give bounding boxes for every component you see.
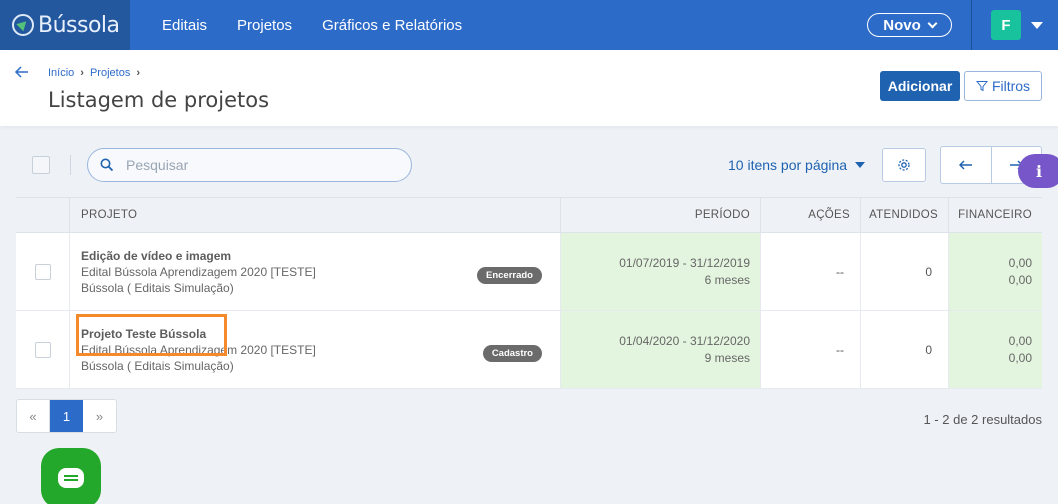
novo-button[interactable]: Novo <box>867 13 952 37</box>
logo[interactable]: Bússola <box>0 0 130 50</box>
nav-graficos-relatorios[interactable]: Gráficos e Relatórios <box>322 17 462 34</box>
search-icon <box>100 158 114 172</box>
novo-label: Novo <box>883 16 921 34</box>
status-badge: Encerrado <box>477 267 542 284</box>
nav-editais[interactable]: Editais <box>162 17 207 34</box>
breadcrumb-projetos[interactable]: Projetos <box>90 67 130 79</box>
search-input[interactable] <box>126 157 386 173</box>
logo-text: Bússola <box>38 12 120 38</box>
user-menu-caret-icon[interactable] <box>1031 22 1043 29</box>
settings-button[interactable] <box>882 148 926 182</box>
add-button[interactable]: Adicionar <box>880 71 960 101</box>
pagination-next[interactable]: » <box>83 400 116 432</box>
breadcrumb: Início › Projetos › <box>48 67 140 79</box>
info-icon[interactable]: i <box>1018 154 1058 188</box>
column-projeto[interactable]: PROJETO <box>70 198 561 232</box>
acoes-cell: -- <box>761 233 861 310</box>
acoes-cell: -- <box>761 311 861 388</box>
chat-bubble-icon <box>58 468 84 488</box>
table-row[interactable]: Edição de vídeo e imagem Edital Bússola … <box>16 233 1042 311</box>
periodo-duration: 6 meses <box>704 273 750 287</box>
avatar[interactable]: F <box>991 10 1021 40</box>
atendidos-cell: 0 <box>861 311 949 388</box>
caret-down-icon <box>855 162 866 168</box>
row-checkbox[interactable] <box>34 341 51 358</box>
nav-projetos[interactable]: Projetos <box>237 17 292 34</box>
select-all-checkbox[interactable] <box>32 156 50 174</box>
status-badge: Cadastro <box>482 345 542 362</box>
search-box <box>87 148 412 182</box>
column-financeiro[interactable]: FINANCEIRO <box>949 198 1042 232</box>
column-acoes[interactable]: AÇÕES <box>761 198 861 232</box>
funnel-icon <box>975 81 988 92</box>
project-edital: Edital Bússola Aprendizagem 2020 [TESTE] <box>81 264 316 279</box>
periodo-duration: 9 meses <box>704 351 750 365</box>
table-header: PROJETO PERÍODO AÇÕES ATENDIDOS FINANCEI… <box>16 197 1042 233</box>
periodo-range: 01/04/2020 - 31/12/2020 <box>619 334 750 348</box>
prev-arrow-button[interactable] <box>941 147 992 183</box>
main-nav: Editais Projetos Gráficos e Relatórios <box>162 0 462 50</box>
toolbar-divider <box>70 155 71 175</box>
chevron-down-icon <box>927 18 938 28</box>
back-arrow-icon[interactable] <box>14 64 30 80</box>
pagination-prev[interactable]: « <box>17 400 50 432</box>
per-page-select[interactable]: 10 itens por página <box>728 157 866 173</box>
periodo-cell: 01/04/2020 - 31/12/2020 9 meses <box>561 311 761 388</box>
financeiro-value: 0,00 <box>1008 256 1032 270</box>
atendidos-cell: 0 <box>861 233 949 310</box>
pagination-page-1[interactable]: 1 <box>50 400 83 432</box>
financeiro-cell: 0,00 0,00 <box>949 311 1042 388</box>
project-name[interactable]: Edição de vídeo e imagem <box>81 249 231 263</box>
periodo-range: 01/07/2019 - 31/12/2019 <box>619 256 750 270</box>
breadcrumb-separator-icon: › <box>136 67 140 79</box>
chat-button[interactable] <box>41 448 101 504</box>
header-select-cell <box>16 198 70 232</box>
nav-divider <box>971 0 972 50</box>
projects-table: PROJETO PERÍODO AÇÕES ATENDIDOS FINANCEI… <box>16 197 1042 389</box>
top-navbar: Bússola Editais Projetos Gráficos e Rela… <box>0 0 1058 50</box>
project-org: Bússola ( Editais Simulação) <box>81 358 234 373</box>
financeiro-value: 0,00 <box>1008 273 1032 287</box>
financeiro-value: 0,00 <box>1008 334 1032 348</box>
filter-button[interactable]: Filtros <box>964 71 1042 101</box>
per-page-label: 10 itens por página <box>728 157 848 173</box>
breadcrumb-separator-icon: › <box>80 67 84 79</box>
compass-icon <box>12 14 34 36</box>
pagination: « 1 » <box>16 399 117 433</box>
filter-label: Filtros <box>991 78 1031 94</box>
project-cell[interactable]: Edição de vídeo e imagem Edital Bússola … <box>70 233 561 310</box>
project-org: Bússola ( Editais Simulação) <box>81 280 234 295</box>
column-atendidos[interactable]: ATENDIDOS <box>861 198 949 232</box>
page-title: Listagem de projetos <box>48 88 270 112</box>
column-periodo[interactable]: PERÍODO <box>561 198 761 232</box>
financeiro-cell: 0,00 0,00 <box>949 233 1042 310</box>
arrow-left-icon <box>958 160 972 170</box>
row-select-cell <box>16 311 70 388</box>
row-select-cell <box>16 233 70 310</box>
breadcrumb-inicio[interactable]: Início <box>48 67 74 79</box>
results-count: 1 - 2 de 2 resultados <box>923 412 1042 427</box>
row-checkbox[interactable] <box>34 263 51 280</box>
gear-icon <box>898 159 910 171</box>
financeiro-value: 0,00 <box>1008 351 1032 365</box>
periodo-cell: 01/07/2019 - 31/12/2019 6 meses <box>561 233 761 310</box>
highlight-box <box>76 314 227 356</box>
page-header: Início › Projetos › Listagem de projetos… <box>0 50 1058 126</box>
